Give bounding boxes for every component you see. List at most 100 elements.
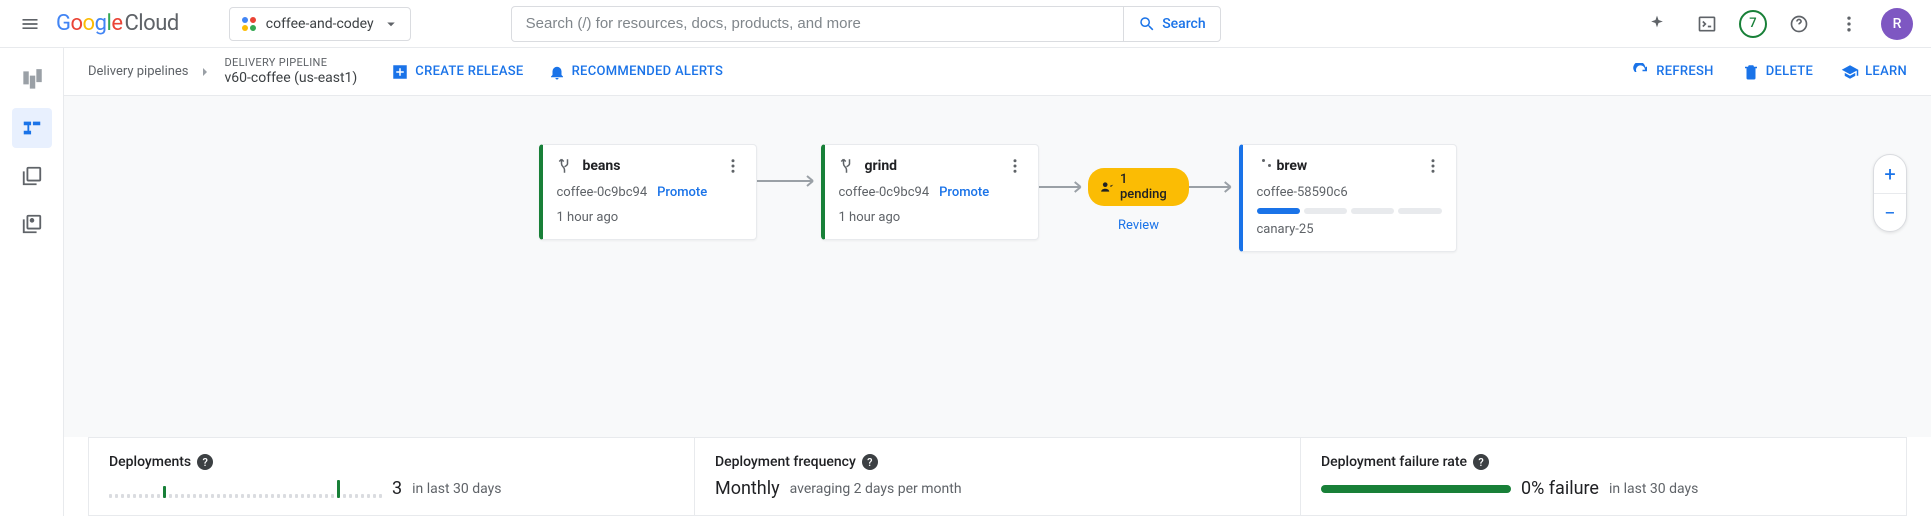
delete-button[interactable]: DELETE	[1742, 63, 1813, 81]
bell-icon	[548, 63, 566, 81]
zoom-in-button[interactable]: +	[1874, 155, 1906, 193]
pipeline-eyebrow: DELIVERY PIPELINE	[225, 56, 358, 70]
trial-days: 7	[1749, 16, 1756, 31]
stage-brew-menu[interactable]	[1424, 157, 1442, 175]
terminal-icon	[1697, 14, 1717, 34]
metrics-panel: Deployments ? 3 in last 30 days Deployme…	[88, 437, 1907, 516]
hamburger-icon	[20, 14, 40, 34]
page-subheader: Delivery pipelines DELIVERY PIPELINE v60…	[64, 48, 1931, 96]
zoom-control: + −	[1873, 154, 1907, 232]
subheader-actions-right: REFRESH DELETE LEARN	[1632, 63, 1907, 81]
deploy-logo-icon	[19, 67, 45, 93]
cloud-shell-button[interactable]	[1689, 6, 1725, 42]
stage-grind-release: coffee-0c9bc94	[839, 185, 930, 200]
search-button[interactable]: Search	[1123, 7, 1219, 41]
cloud-word: Cloud	[124, 11, 178, 36]
search-icon	[1138, 15, 1156, 33]
stage-beans-name: beans	[583, 158, 621, 174]
metric-frequency-value: Monthly	[715, 478, 780, 499]
help-badge-icon[interactable]: ?	[862, 454, 878, 470]
subheader-actions-left: CREATE RELEASE RECOMMENDED ALERTS	[391, 63, 723, 81]
approval-icon	[1100, 180, 1114, 194]
more-vert-icon	[1424, 157, 1442, 175]
connector-pending: 1 pending Review	[1039, 144, 1239, 233]
search-button-label: Search	[1162, 16, 1205, 32]
stack-icon	[21, 165, 43, 187]
stage-brew-release: coffee-58590c6	[1257, 185, 1348, 200]
metric-deployments-suffix: in last 30 days	[412, 481, 501, 497]
gemini-button[interactable]	[1639, 6, 1675, 42]
help-badge-icon[interactable]: ?	[197, 454, 213, 470]
pipeline-icon	[21, 117, 43, 139]
stage-beans-promote[interactable]: Promote	[657, 185, 707, 200]
more-vert-icon	[724, 157, 742, 175]
stage-beans-time: 1 hour ago	[557, 210, 742, 225]
help-badge-icon[interactable]: ?	[1473, 454, 1489, 470]
zoom-out-button[interactable]: −	[1874, 193, 1906, 231]
avatar-initial: R	[1893, 16, 1902, 32]
metric-failure-title: Deployment failure rate	[1321, 454, 1467, 470]
pending-label: 1 pending	[1120, 172, 1177, 202]
help-button[interactable]	[1781, 6, 1817, 42]
stage-grind-promote[interactable]: Promote	[939, 185, 989, 200]
metric-deployments-value: 3	[392, 478, 402, 499]
search-input[interactable]	[512, 7, 1124, 41]
stage-beans-menu[interactable]	[724, 157, 742, 175]
canary-progress	[1257, 208, 1442, 214]
left-rail	[0, 48, 64, 516]
more-vert-icon	[1006, 157, 1024, 175]
learn-label: LEARN	[1865, 64, 1907, 79]
metric-frequency: Deployment frequency ? Monthly averaging…	[694, 438, 1300, 515]
review-link[interactable]: Review	[1118, 218, 1159, 233]
metric-failure-value: 0% failure	[1521, 478, 1599, 499]
breadcrumb-pipelines[interactable]: Delivery pipelines	[88, 64, 189, 79]
stage-grind-time: 1 hour ago	[839, 210, 1024, 225]
stage-grind-name: grind	[865, 158, 898, 174]
arrow-right-icon	[1039, 180, 1089, 194]
rail-delivery-pipelines[interactable]	[12, 108, 52, 148]
refresh-icon	[1632, 63, 1650, 81]
google-cloud-logo[interactable]: Google Cloud	[56, 11, 179, 36]
free-trial-badge[interactable]: 7	[1739, 10, 1767, 38]
loading-icon	[1257, 159, 1271, 173]
stage-grind[interactable]: grind coffee-0c9bc94 Promote 1 hour ago	[821, 144, 1039, 240]
metric-failure-suffix: in last 30 days	[1609, 481, 1698, 497]
stage-beans[interactable]: beans coffee-0c9bc94 Promote 1 hour ago	[539, 144, 757, 240]
pipeline-title: DELIVERY PIPELINE v60-coffee (us-east1)	[225, 56, 358, 87]
canary-label: canary-25	[1257, 222, 1442, 237]
plus-box-icon	[391, 63, 409, 81]
images-icon	[21, 213, 43, 235]
metric-frequency-title: Deployment frequency	[715, 454, 856, 470]
arrow-right-icon	[757, 174, 821, 188]
metric-failure: Deployment failure rate ? 0% failure in …	[1300, 438, 1906, 515]
delete-label: DELETE	[1766, 64, 1813, 79]
pending-approval-chip[interactable]: 1 pending	[1088, 168, 1189, 206]
recommended-alerts-button[interactable]: RECOMMENDED ALERTS	[548, 63, 724, 81]
project-picker[interactable]: coffee-and-codey	[229, 7, 411, 41]
stage-brew-name: brew	[1277, 158, 1308, 174]
metric-deployments: Deployments ? 3 in last 30 days	[89, 438, 694, 515]
rail-targets[interactable]	[12, 204, 52, 244]
project-name: coffee-and-codey	[266, 16, 374, 32]
stage-brew[interactable]: brew coffee-58590c6 canary-25	[1239, 144, 1457, 252]
rail-releases[interactable]	[12, 156, 52, 196]
main-menu-button[interactable]	[12, 6, 48, 42]
stage-beans-release: coffee-0c9bc94	[557, 185, 648, 200]
refresh-label: REFRESH	[1656, 64, 1713, 79]
merge-icon	[557, 157, 575, 175]
create-release-label: CREATE RELEASE	[415, 64, 523, 79]
recommended-alerts-label: RECOMMENDED ALERTS	[572, 64, 724, 79]
project-dots-icon	[240, 15, 258, 33]
learn-button[interactable]: LEARN	[1841, 63, 1907, 81]
cloud-deploy-product-icon[interactable]	[12, 60, 52, 100]
metric-frequency-suffix: averaging 2 days per month	[790, 481, 962, 497]
account-avatar[interactable]: R	[1881, 8, 1913, 40]
pipeline-name: v60-coffee (us-east1)	[225, 70, 358, 88]
overflow-menu-button[interactable]	[1831, 6, 1867, 42]
arrow-right-icon	[1189, 180, 1239, 194]
create-release-button[interactable]: CREATE RELEASE	[391, 63, 523, 81]
connector-1	[757, 144, 821, 188]
refresh-button[interactable]: REFRESH	[1632, 63, 1713, 81]
metric-deployments-title: Deployments	[109, 454, 191, 470]
stage-grind-menu[interactable]	[1006, 157, 1024, 175]
